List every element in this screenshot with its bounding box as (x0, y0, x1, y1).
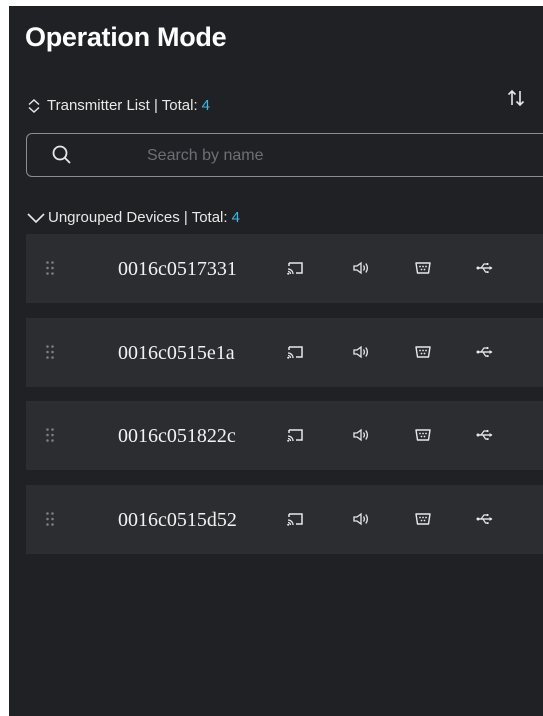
operation-mode-panel: Operation Mode Transmitter List | Total:… (9, 6, 543, 716)
speaker-icon[interactable] (352, 511, 370, 527)
expand-collapse-icon (28, 98, 40, 113)
ungrouped-devices-header[interactable]: Ungrouped Devices | Total: 4 (27, 209, 240, 226)
device-row-2[interactable]: 0016c0515e1a (26, 318, 543, 387)
search-icon (52, 145, 71, 164)
cast-icon[interactable] (286, 344, 304, 360)
cast-icon[interactable] (286, 427, 304, 443)
device-name: 0016c0515e1a (118, 342, 235, 364)
page-title: Operation Mode (25, 22, 227, 52)
device-row-3[interactable]: 0016c051822c (26, 401, 543, 470)
serial-port-icon[interactable] (414, 260, 432, 276)
drag-handle-icon[interactable] (46, 261, 54, 275)
search-input[interactable] (145, 134, 539, 178)
speaker-icon[interactable] (352, 260, 370, 276)
device-name: 0016c0517331 (118, 258, 237, 280)
device-name: 0016c051822c (118, 425, 236, 447)
transmitter-list-header[interactable]: Transmitter List | Total: 4 (27, 97, 210, 114)
usb-icon[interactable] (476, 260, 494, 276)
transmitter-total-count: 4 (201, 97, 210, 114)
usb-icon[interactable] (476, 511, 494, 527)
sort-button[interactable] (504, 86, 528, 110)
chevron-down-icon (27, 212, 45, 223)
drag-handle-icon[interactable] (46, 512, 54, 526)
cast-icon[interactable] (286, 511, 304, 527)
cast-icon[interactable] (286, 260, 304, 276)
speaker-icon[interactable] (352, 427, 370, 443)
drag-handle-icon[interactable] (46, 345, 54, 359)
sort-arrows-icon (507, 89, 525, 107)
group-label: Ungrouped Devices | Total: (48, 209, 228, 226)
device-name: 0016c0515d52 (118, 509, 237, 531)
serial-port-icon[interactable] (414, 344, 432, 360)
speaker-icon[interactable] (352, 344, 370, 360)
serial-port-icon[interactable] (414, 511, 432, 527)
drag-handle-icon[interactable] (46, 428, 54, 442)
group-total-count: 4 (231, 209, 240, 226)
usb-icon[interactable] (476, 427, 494, 443)
device-row-4[interactable]: 0016c0515d52 (26, 485, 543, 554)
device-row-1[interactable]: 0016c0517331 (26, 234, 543, 303)
transmitter-list-label: Transmitter List | Total: (47, 97, 198, 114)
usb-icon[interactable] (476, 344, 494, 360)
search-box[interactable] (26, 133, 543, 178)
serial-port-icon[interactable] (414, 427, 432, 443)
